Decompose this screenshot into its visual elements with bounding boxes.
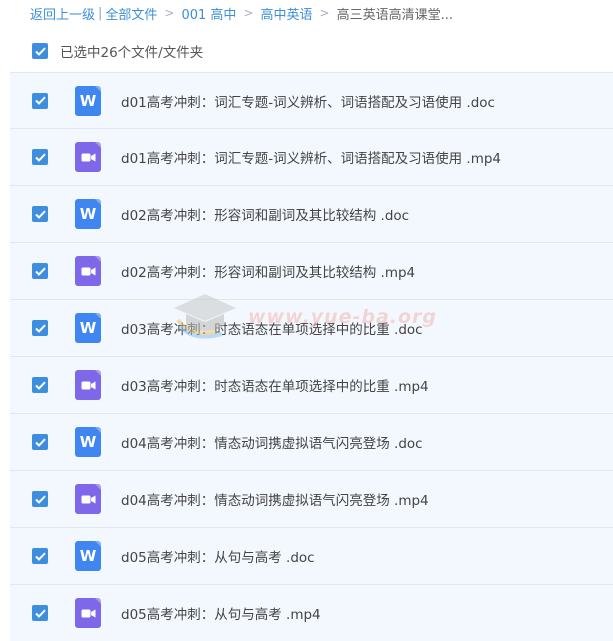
camera-icon <box>81 267 95 275</box>
checkmark-icon <box>34 267 46 276</box>
checkmark-icon <box>34 324 46 333</box>
file-row[interactable]: Wd03高考冲刺：时态语态在单项选择中的比重 .doc <box>10 300 613 357</box>
file-row[interactable]: Wd01高考冲刺：词汇专题-词义辨析、词语搭配及习语使用 .doc <box>10 72 613 129</box>
word-doc-icon: W <box>75 85 101 116</box>
breadcrumb-current: 高三英语高清课堂... <box>336 7 453 23</box>
file-checkbox[interactable] <box>32 491 48 507</box>
camera-icon <box>81 153 95 161</box>
video-file-icon <box>75 256 101 286</box>
file-name[interactable]: d04高考冲刺：情态动词携虚拟语气闪亮登场 .doc <box>121 432 423 452</box>
file-list: Wd01高考冲刺：词汇专题-词义辨析、词语搭配及习语使用 .doc d01高考冲刺… <box>10 72 613 641</box>
checkmark-icon <box>34 47 46 56</box>
checkmark-icon <box>34 381 46 390</box>
word-doc-icon: W <box>75 427 101 457</box>
word-glyph: W <box>79 433 97 451</box>
checkmark-icon <box>34 210 46 219</box>
checkmark-icon <box>34 438 46 447</box>
word-glyph: W <box>79 547 97 565</box>
file-checkbox[interactable] <box>32 92 48 109</box>
camera-icon <box>81 609 95 617</box>
file-checkbox[interactable] <box>32 605 48 621</box>
camera-icon <box>81 495 95 503</box>
camera-icon <box>81 381 95 389</box>
file-row[interactable]: Wd02高考冲刺：形容词和副词及其比较结构 .doc <box>10 186 613 243</box>
file-row[interactable]: Wd04高考冲刺：情态动词携虚拟语气闪亮登场 .doc <box>10 414 613 471</box>
selection-header: 已选中26个文件/文件夹 <box>10 30 613 72</box>
file-checkbox[interactable] <box>32 320 48 336</box>
file-name[interactable]: d02高考冲刺：形容词和副词及其比较结构 .mp4 <box>121 261 415 281</box>
file-browser: 返回上一级 | 全部文件 > 001 高中 > 高中英语 > 高三英语高清课堂.… <box>0 0 613 641</box>
file-checkbox[interactable] <box>32 377 48 393</box>
file-checkbox[interactable] <box>32 263 48 279</box>
word-glyph: W <box>79 91 97 110</box>
file-name[interactable]: d04高考冲刺：情态动词携虚拟语气闪亮登场 .mp4 <box>121 489 429 509</box>
checkmark-icon <box>34 96 46 105</box>
breadcrumb-separator: > <box>319 6 330 20</box>
video-file-icon <box>75 142 101 172</box>
word-glyph: W <box>79 205 97 223</box>
file-checkbox[interactable] <box>32 548 48 564</box>
file-row[interactable]: d03高考冲刺：时态语态在单项选择中的比重 .mp4 <box>10 357 613 414</box>
checkmark-icon <box>34 552 46 561</box>
breadcrumb-divider: | <box>98 5 103 21</box>
word-doc-icon: W <box>75 199 101 229</box>
breadcrumb-level1[interactable]: 001 高中 <box>181 4 236 23</box>
file-name[interactable]: d01高考冲刺：词汇专题-词义辨析、词语搭配及习语使用 .doc <box>121 91 495 111</box>
select-all-checkbox[interactable] <box>32 43 48 59</box>
breadcrumb-separator: > <box>243 6 254 20</box>
file-name[interactable]: d02高考冲刺：形容词和副词及其比较结构 .doc <box>121 204 409 224</box>
file-checkbox[interactable] <box>32 434 48 450</box>
file-row[interactable]: d02高考冲刺：形容词和副词及其比较结构 .mp4 <box>10 243 613 300</box>
file-checkbox[interactable] <box>32 206 48 222</box>
video-file-icon <box>75 598 101 628</box>
breadcrumb-level2[interactable]: 高中英语 <box>261 4 313 23</box>
file-checkbox[interactable] <box>32 149 48 165</box>
back-link[interactable]: 返回上一级 <box>30 4 95 23</box>
selection-count-label: 已选中26个文件/文件夹 <box>60 45 204 61</box>
video-file-icon <box>75 484 101 514</box>
file-row[interactable]: Wd05高考冲刺：从句与高考 .doc <box>10 528 613 585</box>
file-row[interactable]: d05高考冲刺：从句与高考 .mp4 <box>10 585 613 641</box>
file-name[interactable]: d03高考冲刺：时态语态在单项选择中的比重 .doc <box>121 318 423 338</box>
checkmark-icon <box>34 609 46 618</box>
word-doc-icon: W <box>75 313 101 343</box>
checkmark-icon <box>34 153 46 162</box>
file-name[interactable]: d01高考冲刺：词汇专题-词义辨析、词语搭配及习语使用 .mp4 <box>121 147 501 167</box>
video-file-icon <box>75 370 101 400</box>
checkmark-icon <box>34 495 46 504</box>
breadcrumb-separator: > <box>164 6 175 20</box>
file-name[interactable]: d05高考冲刺：从句与高考 .mp4 <box>121 603 321 623</box>
file-row[interactable]: d04高考冲刺：情态动词携虚拟语气闪亮登场 .mp4 <box>10 471 613 528</box>
file-row[interactable]: d01高考冲刺：词汇专题-词义辨析、词语搭配及习语使用 .mp4 <box>10 129 613 186</box>
word-glyph: W <box>79 319 97 337</box>
breadcrumb-all-files[interactable]: 全部文件 <box>105 4 157 23</box>
file-name[interactable]: d05高考冲刺：从句与高考 .doc <box>121 546 315 566</box>
word-doc-icon: W <box>75 541 101 571</box>
file-name[interactable]: d03高考冲刺：时态语态在单项选择中的比重 .mp4 <box>121 375 429 395</box>
breadcrumb: 返回上一级 | 全部文件 > 001 高中 > 高中英语 > 高三英语高清课堂.… <box>30 4 453 23</box>
